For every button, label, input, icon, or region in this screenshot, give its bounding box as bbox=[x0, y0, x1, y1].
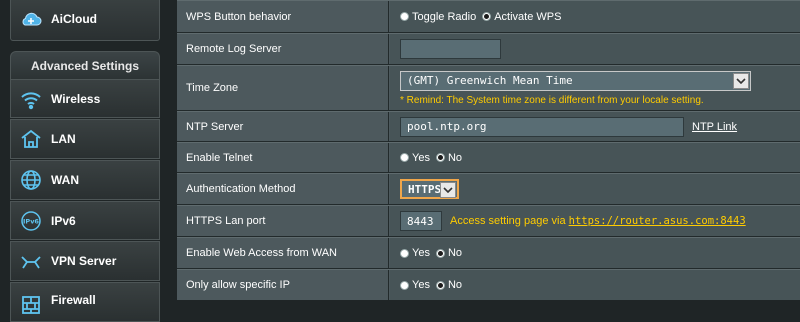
sidebar-item-ipv6[interactable]: IPv6 IPv6 bbox=[10, 201, 160, 240]
radio-button[interactable] bbox=[435, 280, 445, 290]
select-value: HTTPS bbox=[408, 182, 442, 196]
telnet-yes-option[interactable]: Yes bbox=[400, 152, 430, 164]
svg-text:IPv6: IPv6 bbox=[23, 217, 39, 225]
radio-label: No bbox=[447, 151, 463, 164]
setting-label: Time Zone bbox=[177, 66, 389, 110]
radio-button[interactable] bbox=[400, 248, 409, 258]
advanced-settings-header: Advanced Settings bbox=[10, 51, 160, 79]
home-icon bbox=[11, 127, 51, 151]
setting-label: Only allow specific IP bbox=[177, 270, 389, 300]
setting-row-specific-ip: Only allow specific IP Yes No bbox=[177, 269, 800, 300]
specific-ip-yes-option[interactable]: Yes bbox=[400, 279, 430, 291]
setting-label: HTTPS Lan port bbox=[177, 206, 389, 236]
sidebar-item-label: WAN bbox=[51, 173, 79, 187]
setting-label: NTP Server bbox=[177, 112, 389, 141]
sidebar-item-wan[interactable]: WAN bbox=[10, 160, 160, 200]
router-url-link[interactable]: https://router.asus.com:8443 bbox=[569, 215, 746, 227]
radio-button[interactable] bbox=[435, 153, 445, 162]
wifi-icon bbox=[11, 87, 51, 111]
wps-behavior-radio-group: Toggle Radio Activate WPS bbox=[400, 11, 567, 23]
web-access-wan-no-option[interactable]: No bbox=[435, 247, 463, 259]
setting-row-enable-telnet: Enable Telnet Yes No bbox=[177, 142, 800, 173]
setting-row-https-lan-port: HTTPS Lan port Access setting page via h… bbox=[177, 205, 800, 237]
radio-label: Yes bbox=[412, 279, 430, 291]
hint-text: Access setting page via bbox=[450, 215, 566, 227]
setting-label: Enable Telnet bbox=[177, 143, 389, 172]
chevron-down-icon[interactable] bbox=[733, 72, 749, 89]
sidebar-item-label: IPv6 bbox=[51, 213, 76, 228]
radio-button[interactable] bbox=[482, 12, 492, 21]
select-value: (GMT) Greenwich Mean Time bbox=[407, 74, 573, 87]
sidebar: AiCloud Advanced Settings Wireless LAN W… bbox=[0, 0, 170, 322]
firewall-icon bbox=[11, 293, 51, 317]
setting-row-remote-log: Remote Log Server bbox=[177, 33, 800, 65]
setting-label: WPS Button behavior bbox=[177, 1, 389, 32]
radio-button[interactable] bbox=[400, 153, 409, 162]
telnet-radio-group: Yes No bbox=[400, 152, 468, 164]
web-access-wan-radio-group: Yes No bbox=[400, 247, 468, 259]
auth-method-select[interactable]: HTTPS bbox=[400, 179, 459, 199]
ntp-link[interactable]: NTP Link bbox=[692, 121, 737, 133]
setting-row-auth-method: Authentication Method HTTPS bbox=[177, 173, 800, 205]
wps-toggle-radio-option[interactable]: Toggle Radio bbox=[400, 11, 476, 23]
ipv6-icon: IPv6 bbox=[11, 209, 51, 233]
radio-label: No bbox=[447, 279, 463, 291]
time-zone-select[interactable]: (GMT) Greenwich Mean Time bbox=[400, 70, 751, 91]
web-access-wan-yes-option[interactable]: Yes bbox=[400, 247, 430, 259]
setting-label: Remote Log Server bbox=[177, 34, 389, 64]
radio-button[interactable] bbox=[400, 280, 409, 290]
sidebar-item-aicloud[interactable]: AiCloud bbox=[10, 0, 160, 41]
specific-ip-radio-group: Yes No bbox=[400, 279, 468, 291]
sidebar-item-label: VPN Server bbox=[51, 254, 117, 268]
setting-row-time-zone: Time Zone (GMT) Greenwich Mean Time * Re… bbox=[177, 65, 800, 111]
time-zone-remind-text: * Remind: The System time zone is differ… bbox=[400, 94, 704, 106]
remote-log-server-input[interactable] bbox=[400, 39, 501, 59]
sidebar-item-lan[interactable]: LAN bbox=[10, 119, 160, 159]
setting-label: Authentication Method bbox=[177, 174, 389, 204]
ntp-server-input[interactable] bbox=[400, 116, 684, 137]
telnet-no-option[interactable]: No bbox=[435, 151, 463, 164]
settings-table: WPS Button behavior Toggle Radio Activat… bbox=[177, 0, 800, 300]
sidebar-item-firewall[interactable]: Firewall bbox=[10, 282, 160, 322]
radio-button[interactable] bbox=[435, 248, 445, 258]
radio-label: No bbox=[447, 247, 463, 259]
setting-label: Enable Web Access from WAN bbox=[177, 238, 389, 268]
cloud-icon bbox=[11, 7, 51, 31]
specific-ip-no-option[interactable]: No bbox=[435, 279, 463, 291]
sidebar-item-label: Firewall bbox=[51, 293, 96, 307]
radio-button[interactable] bbox=[400, 12, 409, 21]
sidebar-item-label: LAN bbox=[51, 132, 76, 146]
https-port-input[interactable] bbox=[400, 211, 442, 231]
sidebar-item-wireless[interactable]: Wireless bbox=[10, 79, 160, 118]
globe-icon bbox=[11, 168, 51, 192]
radio-label: Yes bbox=[412, 247, 430, 259]
radio-label: Toggle Radio bbox=[412, 10, 477, 23]
setting-row-web-access-wan: Enable Web Access from WAN Yes No bbox=[177, 237, 800, 269]
setting-row-ntp-server: NTP Server NTP Link bbox=[177, 111, 800, 142]
chevron-down-icon[interactable] bbox=[440, 182, 456, 198]
radio-label: Yes bbox=[412, 151, 430, 164]
https-access-hint: Access setting page via https://router.a… bbox=[450, 215, 746, 227]
vpn-icon bbox=[11, 249, 51, 273]
sidebar-item-label: AiCloud bbox=[51, 11, 97, 26]
sidebar-item-label: Wireless bbox=[51, 91, 101, 106]
radio-label: Activate WPS bbox=[494, 10, 562, 23]
sidebar-item-vpn-server[interactable]: VPN Server bbox=[10, 241, 160, 281]
wps-activate-option[interactable]: Activate WPS bbox=[482, 11, 561, 23]
setting-row-wps-behavior: WPS Button behavior Toggle Radio Activat… bbox=[177, 0, 800, 33]
